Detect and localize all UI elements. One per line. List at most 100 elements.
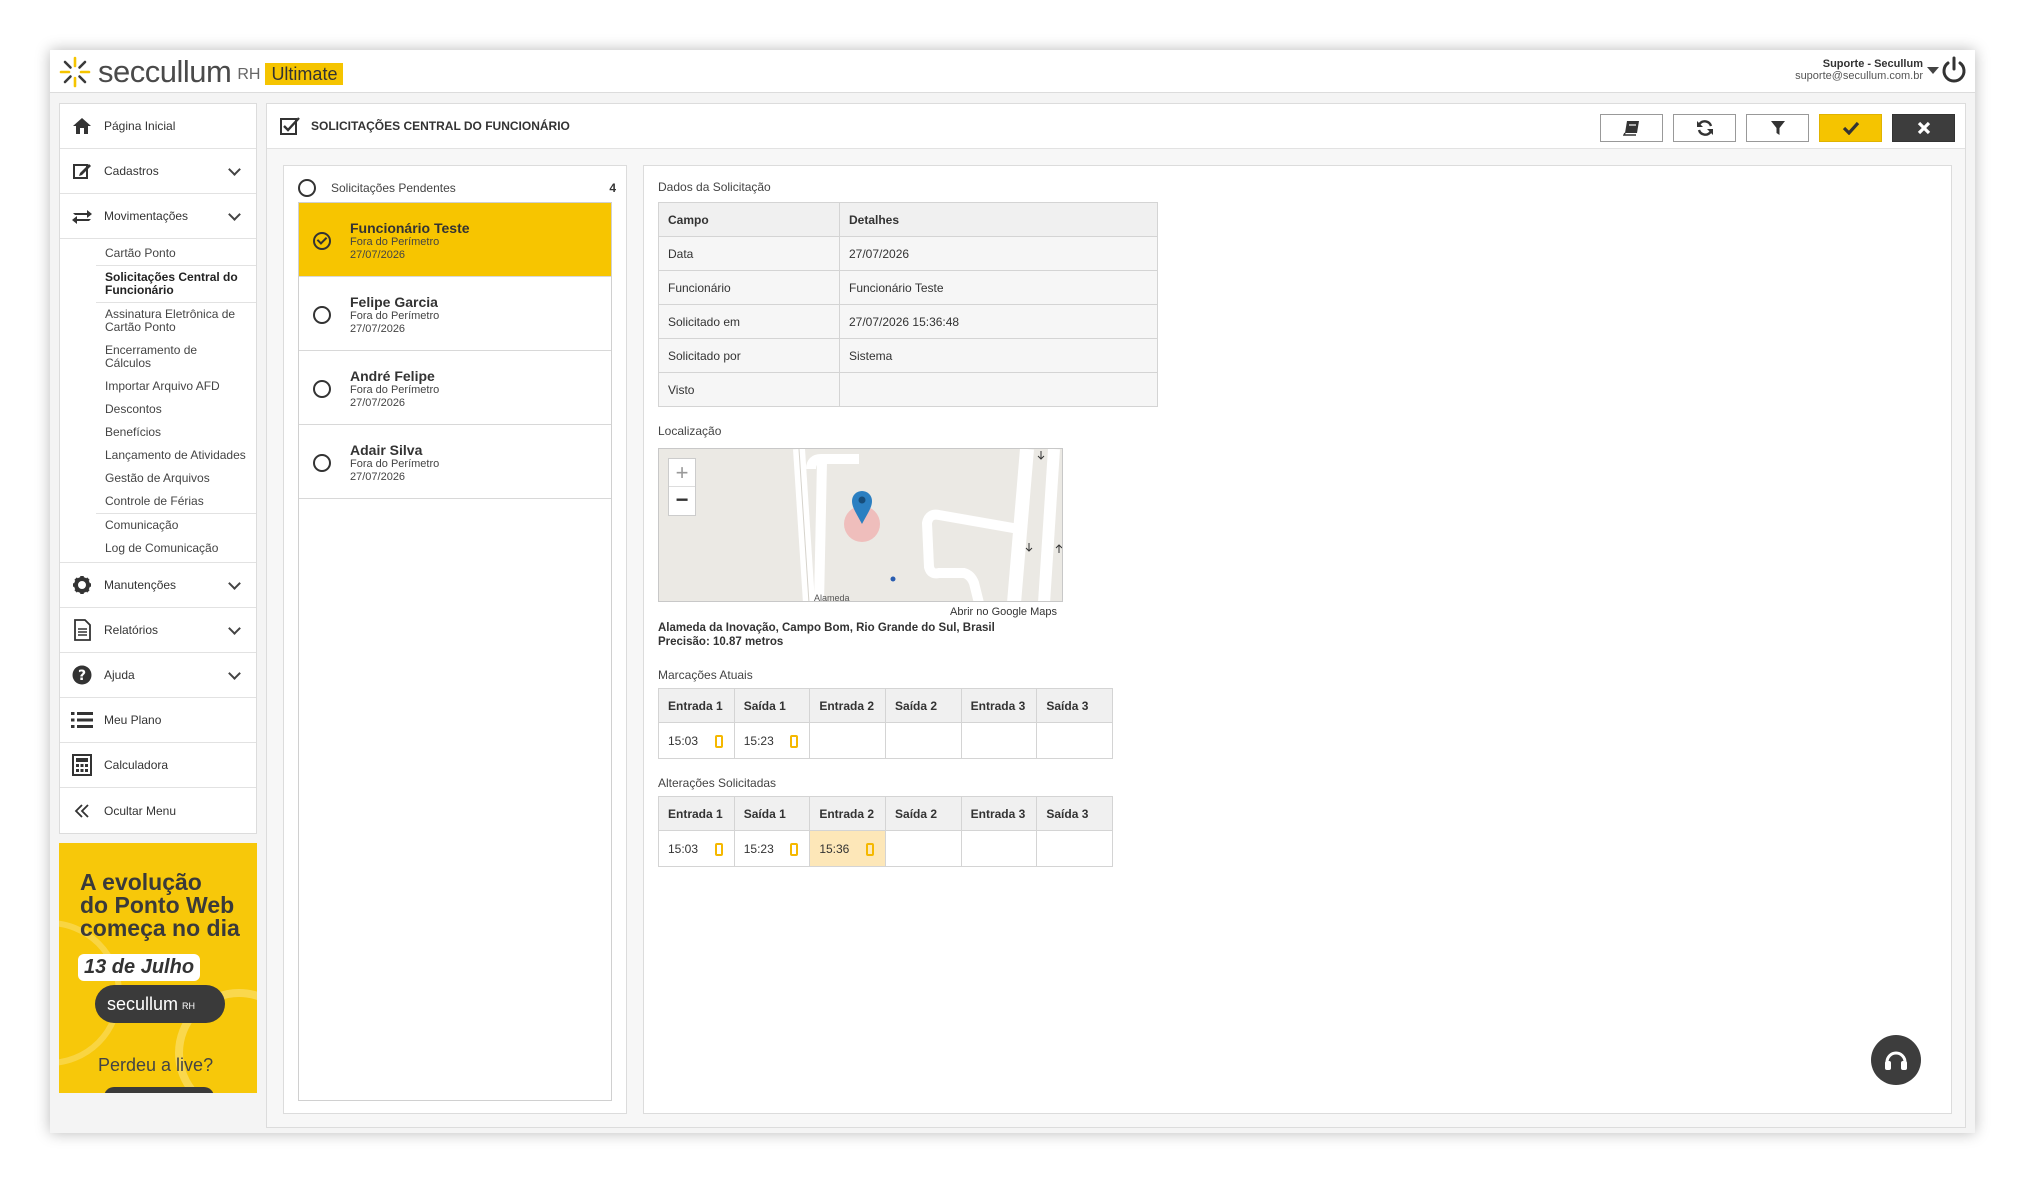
location-map[interactable]: Alameda + − <box>658 448 1063 602</box>
column-header: Entrada 2 <box>809 688 887 723</box>
column-header: Saída 3 <box>1036 796 1113 831</box>
mobile-phone-icon <box>790 843 799 856</box>
submenu-item-importar-afd[interactable]: Importar Arquivo AFD <box>60 375 256 398</box>
punch-time: 15:23 <box>743 733 774 748</box>
sidebar-item-calculadora[interactable]: Calculadora <box>60 743 256 788</box>
sidebar-item-movimentacoes[interactable]: Movimentações <box>60 194 256 239</box>
sidebar-item-relatorios[interactable]: Relatórios <box>60 608 256 653</box>
logo[interactable]: seccullum RH Ultimate <box>58 53 344 91</box>
request-item[interactable]: Funcionário Teste Fora do Perímetro 27/0… <box>299 203 611 277</box>
book-button[interactable] <box>1600 114 1663 142</box>
column-header: Saída 1 <box>733 796 811 831</box>
request-radio[interactable] <box>313 306 331 324</box>
chevron-down-icon <box>228 163 241 176</box>
exchange-icon <box>70 204 94 228</box>
filter-icon <box>1770 121 1785 135</box>
refresh-button[interactable] <box>1673 114 1736 142</box>
sidebar: Página Inicial Cadastros Movimentações C… <box>59 103 257 1133</box>
promo-line: do Ponto Web <box>80 892 235 918</box>
submenu-item-gestao-arquivos[interactable]: Gestão de Arquivos <box>60 467 256 490</box>
reject-button[interactable] <box>1892 114 1955 142</box>
document-icon <box>70 618 94 642</box>
user-menu[interactable]: Suporte - Secullum suporte@secullum.com.… <box>1795 58 1923 82</box>
table-row: Data 27/07/2026 <box>658 236 1158 271</box>
request-item[interactable]: Adair Silva Fora do Perímetro 27/07/2026 <box>299 425 611 499</box>
section-title-details: Dados da Solicitação <box>658 180 771 194</box>
list-header[interactable]: Solicitações Pendentes 4 <box>298 177 616 199</box>
field-name: Visto <box>658 372 840 407</box>
field-value <box>839 372 1158 407</box>
field-value: Funcionário Teste <box>839 270 1158 305</box>
power-icon[interactable] <box>1939 55 1969 85</box>
column-header: Campo <box>658 202 840 237</box>
book-icon <box>1622 121 1639 136</box>
request-list: Funcionário Teste Fora do Perímetro 27/0… <box>298 202 612 1101</box>
main-header: SOLICITAÇÕES CENTRAL DO FUNCIONÁRIO <box>267 104 1965 149</box>
request-item[interactable]: André Felipe Fora do Perímetro 27/07/202… <box>299 351 611 425</box>
field-name: Solicitado em <box>658 304 840 339</box>
zoom-in-button[interactable]: + <box>669 459 695 487</box>
caret-down-icon[interactable] <box>1927 67 1939 74</box>
sidebar-item-home[interactable]: Página Inicial <box>60 104 256 149</box>
submenu-item-comunicacao[interactable]: Comunicação <box>60 514 256 537</box>
punch-time: 15:36 <box>819 841 850 856</box>
punch-cell: 15:03 <box>658 830 735 867</box>
punch-cell <box>1036 722 1113 759</box>
filter-button[interactable] <box>1746 114 1809 142</box>
punch-time: 15:23 <box>743 841 774 856</box>
check-circle-icon[interactable] <box>313 232 331 250</box>
promo-button[interactable] <box>104 1087 214 1093</box>
submenu-item-ferias[interactable]: Controle de Férias <box>60 490 256 513</box>
user-name: Suporte - Secullum <box>1822 58 1923 70</box>
gear-icon <box>70 573 94 597</box>
request-radio[interactable] <box>313 380 331 398</box>
approve-button[interactable] <box>1819 114 1882 142</box>
sidebar-item-meu-plano[interactable]: Meu Plano <box>60 698 256 743</box>
promo-logo-text: secullum <box>107 993 179 1014</box>
request-item[interactable]: Felipe Garcia Fora do Perímetro 27/07/20… <box>299 277 611 351</box>
sidebar-item-manutencoes[interactable]: Manutenções <box>60 563 256 608</box>
promo-line: A evolução <box>80 869 202 895</box>
section-title-location: Localização <box>658 424 722 438</box>
punch-cell <box>809 722 887 759</box>
submenu-item-cartao-ponto[interactable]: Cartão Ponto <box>60 239 256 265</box>
zoom-out-button[interactable]: − <box>669 487 695 515</box>
mobile-phone-icon <box>714 735 723 748</box>
support-chat-button[interactable] <box>1871 1035 1921 1085</box>
open-google-maps-link[interactable]: Abrir no Google Maps <box>950 606 1057 618</box>
submenu-item-descontos[interactable]: Descontos <box>60 398 256 421</box>
sidebar-item-label: Cadastros <box>104 164 159 178</box>
request-type: Fora do Perímetro <box>350 384 440 396</box>
submenu-item-log-comunicacao[interactable]: Log de Comunicação <box>60 537 256 562</box>
select-all-radio[interactable] <box>298 179 316 197</box>
submenu-item-lancamento[interactable]: Lançamento de Atividades <box>60 444 256 467</box>
sidebar-item-label: Manutenções <box>104 578 177 592</box>
sidebar-item-label: Movimentações <box>104 209 189 223</box>
column-header: Saída 1 <box>733 688 811 723</box>
sidebar-item-label: Ajuda <box>104 668 135 682</box>
sidebar-item-cadastros[interactable]: Cadastros <box>60 149 256 194</box>
submenu-item-beneficios[interactable]: Benefícios <box>60 421 256 444</box>
table-row: 15:03 15:23 <box>658 722 1113 759</box>
request-type: Fora do Perímetro <box>350 236 440 248</box>
promo-line: começa no dia <box>80 915 240 941</box>
sidebar-item-ocultar-menu[interactable]: Ocultar Menu <box>60 788 256 833</box>
punch-cell: 15:03 <box>658 722 735 759</box>
sidebar-item-label: Relatórios <box>104 623 159 637</box>
list-icon <box>70 708 94 732</box>
request-employee: André Felipe <box>350 368 435 384</box>
promo-logo: secullum RH <box>95 985 225 1023</box>
chevron-down-icon <box>228 208 241 221</box>
calculator-icon <box>70 753 94 777</box>
punch-cell <box>1036 830 1113 867</box>
submenu-item-assinatura[interactable]: Assinatura Eletrônica de Cartão Ponto <box>60 303 256 339</box>
submenu-item-solicitacoes[interactable]: Solicitações Central do Funcionário <box>60 266 256 302</box>
section-title-current: Marcações Atuais <box>658 668 753 682</box>
headset-icon <box>1885 1051 1907 1070</box>
request-radio[interactable] <box>313 454 331 472</box>
sidebar-item-ajuda[interactable]: ? Ajuda <box>60 653 256 698</box>
submenu-item-encerramento[interactable]: Encerramento de Cálculos <box>60 339 256 375</box>
sidebar-item-label: Calculadora <box>104 758 169 772</box>
promo-banner[interactable]: A evolução do Ponto Web começa no dia 13… <box>59 843 257 1093</box>
column-header: Saída 3 <box>1036 688 1113 723</box>
